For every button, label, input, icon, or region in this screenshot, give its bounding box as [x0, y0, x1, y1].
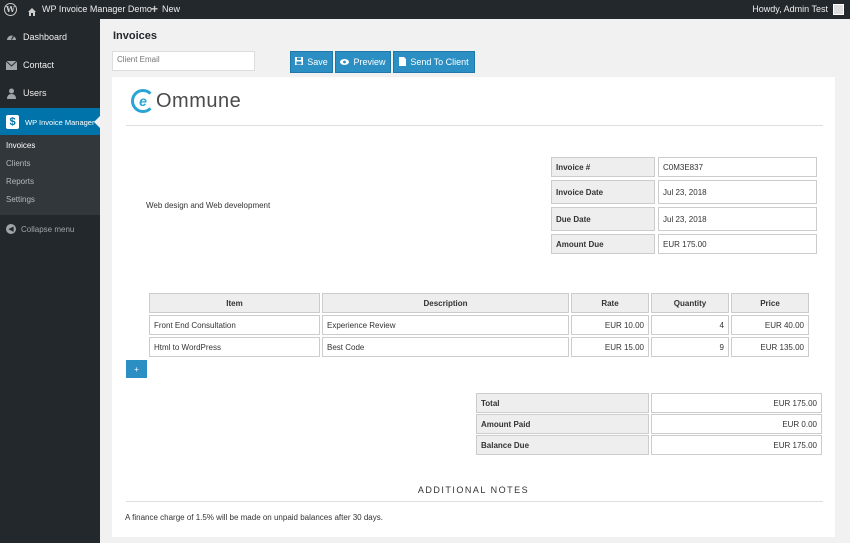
row-rate-cell[interactable]: EUR 15.00	[571, 337, 649, 357]
send-to-client-button[interactable]: Send To Client	[393, 51, 475, 73]
document-icon	[399, 56, 407, 68]
new-label: New	[162, 4, 181, 14]
invoice-submenu: Invoices Clients Reports Settings	[0, 135, 100, 215]
row-description-cell[interactable]: Best Code	[322, 337, 569, 357]
howdy-label: Howdy, Admin Test	[752, 4, 828, 14]
avatar	[833, 4, 844, 15]
meta-label-invoice-date: Invoice Date	[551, 180, 655, 204]
dollar-icon: $	[6, 115, 19, 129]
meta-value-invoice-number[interactable]: C0M3E837	[658, 157, 817, 177]
meta-label-invoice-number: Invoice #	[551, 157, 655, 177]
home-icon	[27, 5, 37, 16]
balance-due-value: EUR 175.00	[651, 435, 822, 455]
page-title: Invoices	[113, 30, 158, 42]
additional-notes-text: A finance charge of 1.5% will be made on…	[125, 513, 383, 522]
preview-button[interactable]: Preview	[335, 51, 391, 73]
row-item-cell[interactable]: Html to WordPress	[149, 337, 320, 357]
users-icon	[6, 88, 17, 99]
meta-value-due-date[interactable]: Jul 23, 2018	[658, 207, 817, 231]
admin-bar: W WP Invoice Manager Demo + New Howdy, A…	[0, 0, 850, 19]
preview-label: Preview	[353, 57, 386, 67]
sidebar-item-dashboard[interactable]: Dashboard	[0, 23, 100, 51]
meta-label-due-date: Due Date	[551, 207, 655, 231]
meta-value-amount-due: EUR 175.00	[658, 234, 817, 254]
column-header-description: Description	[322, 293, 569, 313]
meta-label-amount-due: Amount Due	[551, 234, 655, 254]
collapse-menu-button[interactable]: ◀ Collapse menu	[6, 224, 74, 234]
row-description-cell[interactable]: Experience Review	[322, 315, 569, 335]
collapse-label: Collapse menu	[21, 224, 75, 234]
client-email-field[interactable]	[112, 51, 255, 71]
row-price-cell: EUR 135.00	[731, 337, 809, 357]
row-price-cell: EUR 40.00	[731, 315, 809, 335]
sidebar-item-label: Dashboard	[23, 32, 68, 42]
invoice-description: Web design and Web development	[146, 201, 271, 210]
add-row-button[interactable]: +	[126, 360, 147, 378]
wordpress-logo-icon[interactable]: W	[4, 0, 17, 19]
column-header-price: Price	[731, 293, 809, 313]
notes-divider	[126, 501, 823, 502]
balance-due-label: Balance Due	[476, 435, 649, 455]
save-icon	[295, 57, 304, 67]
column-header-item: Item	[149, 293, 320, 313]
dashboard-icon	[6, 32, 17, 43]
send-label: Send To Client	[410, 57, 469, 67]
company-logo: e Ommune	[131, 89, 241, 113]
row-quantity-cell[interactable]: 4	[651, 315, 729, 335]
meta-value-invoice-date[interactable]: Jul 23, 2018	[658, 180, 817, 204]
row-rate-cell[interactable]: EUR 10.00	[571, 315, 649, 335]
column-header-rate: Rate	[571, 293, 649, 313]
save-button[interactable]: Save	[290, 51, 333, 73]
submenu-reports[interactable]: Reports	[6, 177, 34, 186]
total-value: EUR 175.00	[651, 393, 822, 413]
sidebar-item-label: Contact	[23, 60, 55, 70]
submenu-invoices[interactable]: Invoices	[6, 141, 35, 150]
additional-notes-title: ADDITIONAL NOTES	[417, 485, 530, 495]
collapse-icon: ◀	[6, 224, 16, 234]
account-menu[interactable]: Howdy, Admin Test	[752, 0, 844, 19]
sidebar-item-users[interactable]: Users	[0, 79, 100, 107]
sidebar-item-contact[interactable]: Contact	[0, 51, 100, 79]
sidebar-item-label: WP Invoice Manager	[25, 117, 95, 127]
sidebar-item-wp-invoice-manager[interactable]: $ WP Invoice Manager	[0, 108, 100, 136]
amount-paid-value[interactable]: EUR 0.00	[651, 414, 822, 434]
plus-icon: +	[151, 2, 159, 16]
submenu-settings[interactable]: Settings	[6, 195, 35, 204]
submenu-clients[interactable]: Clients	[6, 159, 30, 168]
admin-sidebar: Dashboard Contact Users $ WP Invoice Man…	[0, 19, 100, 543]
logo-e-icon: e	[131, 89, 155, 113]
header-divider	[126, 125, 823, 126]
company-name: Ommune	[156, 89, 242, 112]
site-name-link[interactable]: WP Invoice Manager Demo	[27, 0, 152, 19]
row-item-cell[interactable]: Front End Consultation	[149, 315, 320, 335]
new-content-link[interactable]: + New	[151, 0, 180, 19]
mail-icon	[6, 60, 17, 71]
save-label: Save	[307, 57, 328, 67]
row-quantity-cell[interactable]: 9	[651, 337, 729, 357]
site-name-label: WP Invoice Manager Demo	[42, 4, 152, 14]
column-header-quantity: Quantity	[651, 293, 729, 313]
amount-paid-label: Amount Paid	[476, 414, 649, 434]
total-label: Total	[476, 393, 649, 413]
eye-icon	[340, 57, 350, 67]
sidebar-item-label: Users	[23, 88, 47, 98]
